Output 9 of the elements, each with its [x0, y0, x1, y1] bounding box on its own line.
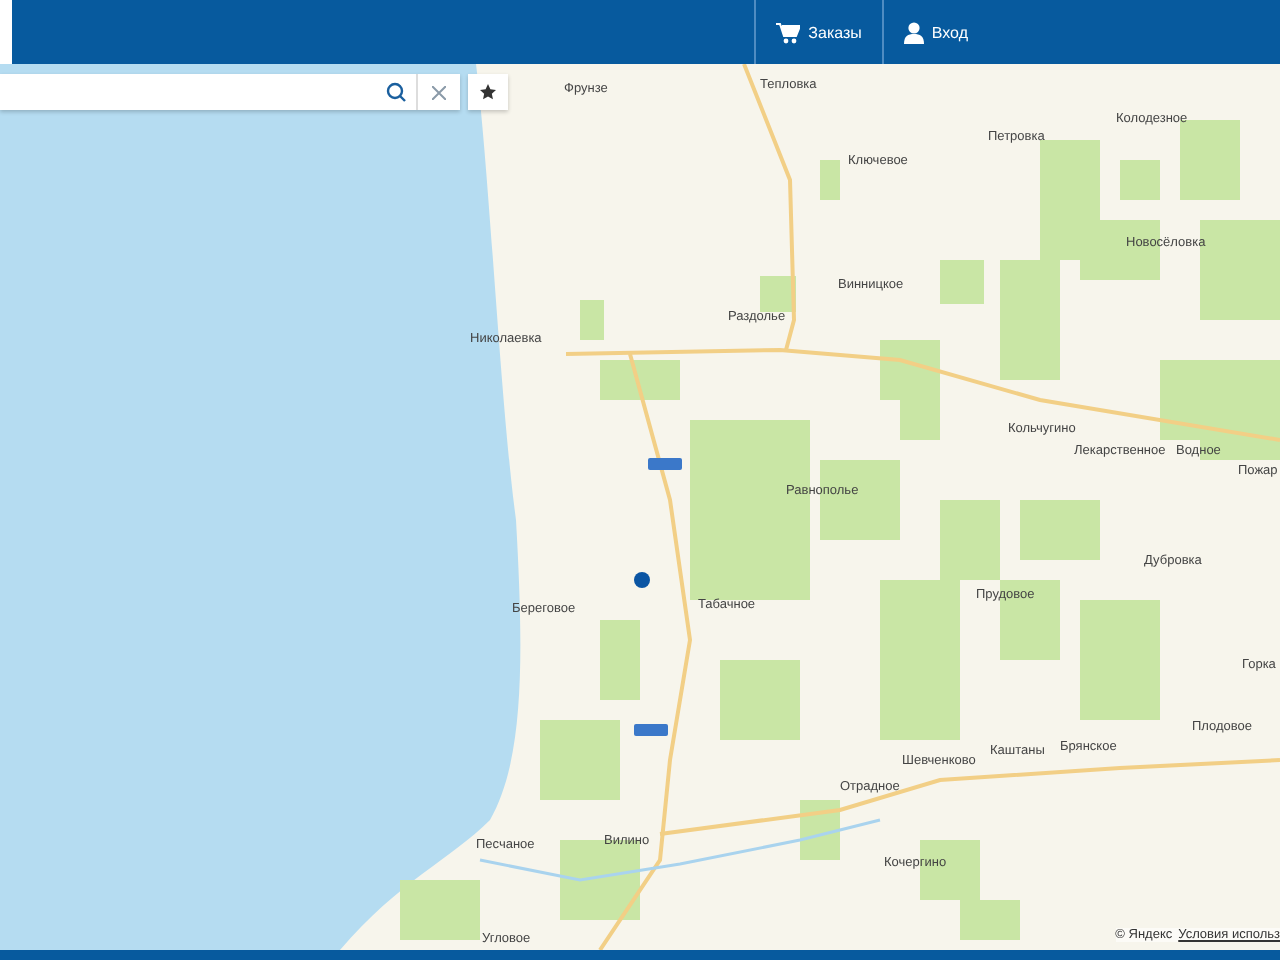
cart-icon: [776, 21, 801, 43]
location-marker[interactable]: [634, 572, 650, 588]
favorites-button[interactable]: [468, 74, 508, 110]
search-icon: [386, 82, 406, 102]
close-icon: [432, 85, 446, 99]
search-button[interactable]: [376, 74, 416, 110]
search-field[interactable]: [0, 74, 376, 110]
user-icon: [903, 21, 924, 43]
star-icon: [480, 84, 496, 100]
